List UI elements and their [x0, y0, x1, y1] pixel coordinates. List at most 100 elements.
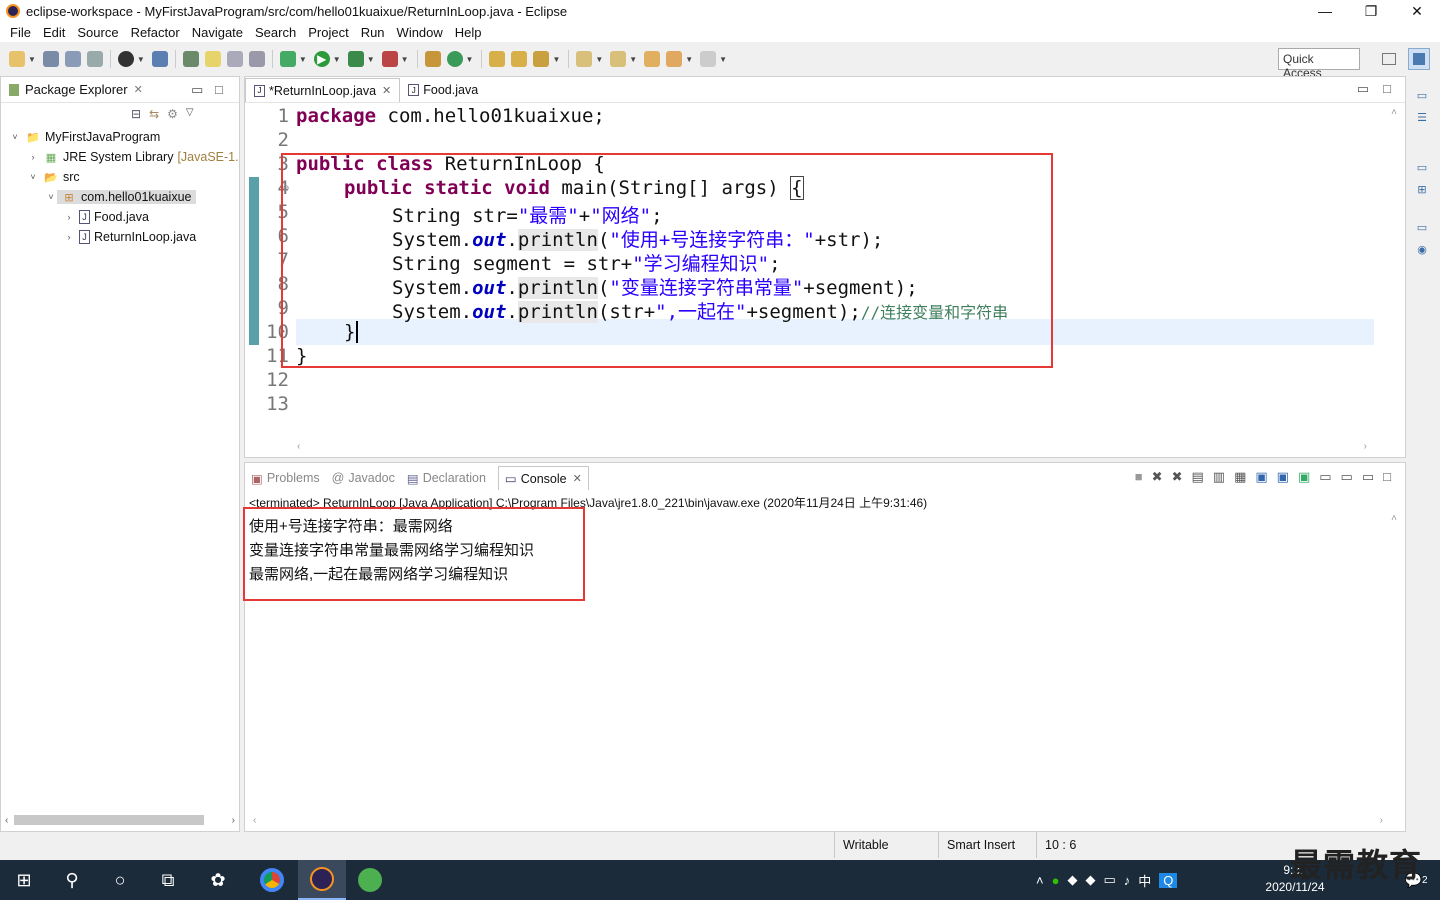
restore-icon[interactable]: ▭ — [1413, 218, 1431, 236]
open-console-icon[interactable]: ▭ — [1341, 469, 1353, 485]
tree-src[interactable]: ˅ 📂 src — [1, 167, 241, 187]
new-class-icon[interactable] — [446, 51, 463, 67]
eclipse-taskbar-icon[interactable] — [298, 860, 346, 900]
close-view-icon[interactable]: ✕ — [134, 83, 143, 96]
console-vertical-scrollbar[interactable]: ˄ — [1387, 513, 1401, 813]
external-tools-icon[interactable] — [381, 51, 398, 67]
word-wrap-icon[interactable]: ▦ — [1234, 469, 1246, 485]
network-icon[interactable]: ▭ — [1103, 872, 1115, 888]
menu-source[interactable]: Source — [77, 25, 118, 40]
horizontal-scrollbar[interactable]: ‹ › — [5, 813, 235, 827]
tree-project[interactable]: ˅ 📁 MyFirstJavaProgram — [1, 127, 241, 147]
pin-console-icon[interactable]: ▣ — [1298, 469, 1310, 485]
debug-icon[interactable] — [279, 51, 296, 67]
next-annotation-icon[interactable] — [576, 51, 593, 67]
open-perspective-icon[interactable] — [1378, 48, 1400, 70]
maximize-view-icon[interactable]: □ — [215, 82, 223, 97]
collapse-all-icon[interactable]: ⊟ — [131, 107, 141, 121]
menu-search[interactable]: Search — [255, 25, 296, 40]
toggle-block-icon[interactable] — [226, 51, 243, 67]
collapsed-arrow-icon[interactable]: › — [63, 212, 75, 222]
prev-annotation-icon[interactable] — [610, 51, 627, 67]
editor-horizontal-scrollbar[interactable]: ‹ › — [297, 441, 1367, 455]
app-pinwheel-icon[interactable]: ✿ — [194, 860, 242, 900]
start-icon[interactable]: ⊞ — [0, 860, 48, 900]
minimize-view-icon[interactable]: ▭ — [191, 82, 203, 98]
minimize-editor-icon[interactable]: ▭ — [1357, 81, 1369, 97]
tree-package[interactable]: ˅ ⊞ com.hello01kuaixue — [1, 187, 241, 207]
remove-all-icon[interactable]: ✖ — [1172, 469, 1183, 485]
link-editor-icon[interactable]: ⇆ — [149, 107, 159, 121]
filter-icon[interactable]: ⚙ — [167, 107, 178, 121]
app-q-icon[interactable]: Q — [1159, 872, 1178, 888]
forward-icon[interactable] — [700, 51, 717, 67]
quick-access-input[interactable]: Quick Access — [1278, 48, 1360, 80]
open-task-icon[interactable] — [511, 51, 528, 67]
save-icon[interactable] — [42, 51, 59, 67]
new-package-icon[interactable] — [424, 51, 441, 67]
tree-jre-library[interactable]: › ▦ JRE System Library [JavaSE-1. — [1, 147, 241, 167]
toggle-mark-icon[interactable] — [182, 51, 199, 67]
maximize-button[interactable]: ❐ — [1348, 0, 1394, 22]
view-menu-icon[interactable]: ▽ — [186, 107, 194, 121]
last-edit-icon[interactable] — [644, 51, 661, 67]
qq-icon[interactable]: ◆ — [1085, 872, 1095, 888]
close-button[interactable]: ✕ — [1394, 0, 1440, 22]
show-stdout-icon[interactable]: ▣ — [1255, 469, 1267, 485]
volume-icon[interactable]: ♪ — [1124, 873, 1131, 888]
restore-icon[interactable]: ▭ — [1413, 86, 1431, 104]
profile-icon[interactable] — [117, 51, 134, 67]
package-explorer-title[interactable]: Package Explorer — [25, 82, 128, 97]
menu-edit[interactable]: Edit — [43, 25, 65, 40]
run-icon[interactable]: ▶ — [313, 51, 330, 67]
back-icon[interactable] — [666, 51, 683, 67]
java-perspective-icon[interactable] — [1408, 48, 1430, 70]
palette-icon[interactable]: ◉ — [1413, 240, 1431, 258]
ime-indicator[interactable]: 中 — [1138, 871, 1151, 890]
wechat-icon[interactable]: ● — [1052, 873, 1060, 888]
tab-problems[interactable]: ▣ Problems — [251, 471, 320, 486]
task-list-icon[interactable]: ☰ — [1413, 108, 1431, 126]
toggle-highlight-icon[interactable] — [204, 51, 221, 67]
show-stderr-icon[interactable]: ▣ — [1277, 469, 1289, 485]
expanded-arrow-icon[interactable]: ˅ — [45, 192, 57, 202]
menu-help[interactable]: Help — [455, 25, 482, 40]
expanded-arrow-icon[interactable]: ˅ — [9, 132, 21, 142]
restore-icon[interactable]: ▭ — [1413, 158, 1431, 176]
tree-file-food[interactable]: › J Food.java — [1, 207, 241, 227]
print-icon[interactable] — [86, 51, 103, 67]
minimize-button[interactable]: — — [1302, 0, 1348, 22]
menu-refactor[interactable]: Refactor — [131, 25, 180, 40]
tree-file-returninloop[interactable]: › J ReturnInLoop.java — [1, 227, 241, 247]
menu-window[interactable]: Window — [397, 25, 443, 40]
search-icon[interactable]: ⚲ — [48, 860, 96, 900]
status-insert-mode[interactable]: Smart Insert — [938, 832, 1036, 858]
tab-declaration[interactable]: ▤ Declaration — [407, 471, 486, 486]
clear-console-icon[interactable]: ▤ — [1191, 469, 1203, 485]
menu-navigate[interactable]: Navigate — [192, 25, 243, 40]
menu-file[interactable]: File — [10, 25, 31, 40]
menu-project[interactable]: Project — [308, 25, 348, 40]
tab-food[interactable]: J Food.java — [400, 78, 486, 102]
collapsed-arrow-icon[interactable]: › — [63, 232, 75, 242]
open-type-icon[interactable] — [489, 51, 506, 67]
outline-icon[interactable]: ⊞ — [1413, 180, 1431, 198]
tab-returninloop[interactable]: J *ReturnInLoop.java ✕ — [245, 78, 401, 102]
minimize-view-icon[interactable]: ▭ — [1362, 469, 1374, 485]
task-view-icon[interactable]: ⧉ — [144, 860, 192, 900]
qq-icon[interactable]: ◆ — [1067, 872, 1077, 888]
terminate-icon[interactable]: ■ — [1135, 469, 1143, 485]
cortana-icon[interactable]: ○ — [96, 860, 144, 900]
console-horizontal-scrollbar[interactable]: ‹ › — [253, 815, 1383, 829]
tab-javadoc[interactable]: @ Javadoc — [332, 471, 395, 485]
skip-breakpoints-icon[interactable] — [151, 51, 168, 67]
chrome-icon[interactable] — [248, 860, 296, 900]
watermelon-app-icon[interactable] — [346, 860, 394, 900]
maximize-view-icon[interactable]: □ — [1383, 469, 1391, 485]
maximize-editor-icon[interactable]: □ — [1383, 81, 1391, 96]
show-whitespace-icon[interactable] — [248, 51, 265, 67]
new-icon[interactable] — [9, 51, 25, 67]
close-tab-icon[interactable]: ✕ — [382, 84, 391, 97]
tab-console[interactable]: ▭ Console ✕ — [497, 466, 589, 490]
menu-run[interactable]: Run — [361, 25, 385, 40]
